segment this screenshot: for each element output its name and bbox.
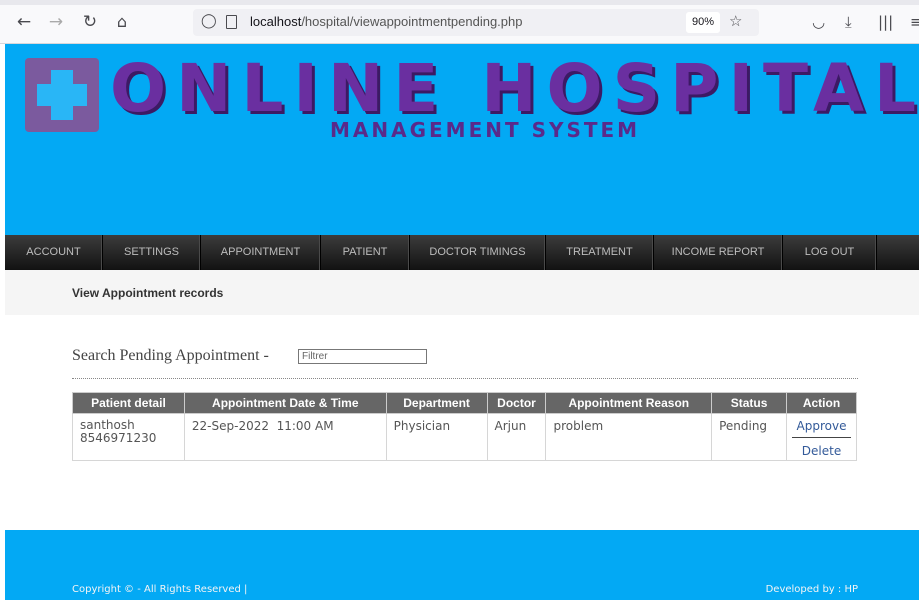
- doctor-cell: Arjun: [486, 413, 547, 461]
- download-icon[interactable]: ⤓: [845, 12, 852, 32]
- breadcrumb-bar: View Appointment records: [5, 270, 919, 315]
- table-header-row: Patient detail Appointment Date & Time D…: [72, 392, 857, 414]
- zoom-level[interactable]: 90%: [686, 12, 720, 33]
- reason-cell: problem: [545, 413, 713, 461]
- browser-toolbar: ← → ↻ ⌂ ◯ localhost/hospital/viewappoint…: [0, 0, 919, 44]
- forward-icon[interactable]: →: [46, 12, 66, 32]
- page-title: View Appointment records: [72, 286, 224, 300]
- site-title: ONLINE HOSPITAL: [110, 50, 919, 127]
- site-subtitle: MANAGEMENT SYSTEM: [330, 118, 641, 142]
- page-icon: [226, 15, 237, 29]
- site-header: ONLINE HOSPITAL MANAGEMENT SYSTEM: [5, 44, 919, 235]
- patient-detail-cell: santhosh 8546971230: [72, 413, 185, 461]
- menu-item-appointment[interactable]: APPOINTMENT: [201, 235, 321, 270]
- table-row: santhosh 8546971230 22-Sep-2022 11:00 AM…: [72, 413, 857, 461]
- back-icon[interactable]: ←: [14, 12, 34, 32]
- dotted-divider: [72, 378, 858, 379]
- col-datetime: Appointment Date & Time: [183, 392, 387, 414]
- address-bar[interactable]: ◯ localhost/hospital/viewappointmentpend…: [193, 9, 759, 36]
- developer-credit: Developed by : HP: [765, 584, 858, 595]
- menu-item-income-report[interactable]: INCOME REPORT: [654, 235, 783, 270]
- col-department: Department: [385, 392, 488, 414]
- bookmark-star-icon[interactable]: ☆: [729, 12, 742, 30]
- col-action: Action: [786, 392, 857, 414]
- search-heading: Search Pending Appointment -: [72, 347, 269, 364]
- status-cell: Pending: [711, 413, 788, 461]
- col-patient-detail: Patient detail: [72, 392, 185, 414]
- main-menu: ACCOUNT SETTINGS APPOINTMENT PATIENT DOC…: [5, 235, 919, 270]
- approve-link[interactable]: Approve: [792, 418, 851, 438]
- tab-strip: [0, 0, 919, 5]
- menu-item-account[interactable]: ACCOUNT: [5, 235, 103, 270]
- menu-item-settings[interactable]: SETTINGS: [103, 235, 201, 270]
- delete-link[interactable]: Delete: [792, 443, 851, 459]
- col-status: Status: [711, 392, 788, 414]
- hospital-cross-logo: [25, 58, 99, 132]
- menu-icon[interactable]: ≡: [910, 12, 919, 32]
- shield-icon[interactable]: ◯: [201, 13, 217, 29]
- reload-icon[interactable]: ↻: [80, 12, 100, 32]
- search-input[interactable]: [298, 349, 427, 364]
- home-icon[interactable]: ⌂: [112, 12, 132, 32]
- url-text[interactable]: localhost/hospital/viewappointmentpendin…: [250, 14, 522, 29]
- menu-item-patient[interactable]: PATIENT: [321, 235, 410, 270]
- datetime-cell: 22-Sep-2022 11:00 AM: [183, 413, 387, 461]
- library-icon[interactable]: |||: [878, 12, 893, 32]
- pocket-icon[interactable]: ◡: [812, 12, 825, 32]
- action-cell: Approve Delete: [786, 413, 857, 461]
- menu-item-doctor-timings[interactable]: DOCTOR TIMINGS: [410, 235, 546, 270]
- menu-item-treatment[interactable]: TREATMENT: [546, 235, 654, 270]
- patient-phone: 8546971230: [80, 431, 157, 445]
- menu-item-logout[interactable]: LOG OUT: [783, 235, 877, 270]
- appointment-table: Patient detail Appointment Date & Time D…: [72, 392, 857, 461]
- col-reason: Appointment Reason: [545, 392, 713, 414]
- copyright-text: Copyright © - All Rights Reserved |: [72, 584, 248, 595]
- col-doctor: Doctor: [486, 392, 547, 414]
- site-footer: Copyright © - All Rights Reserved | Deve…: [5, 530, 919, 600]
- department-cell: Physician: [385, 413, 488, 461]
